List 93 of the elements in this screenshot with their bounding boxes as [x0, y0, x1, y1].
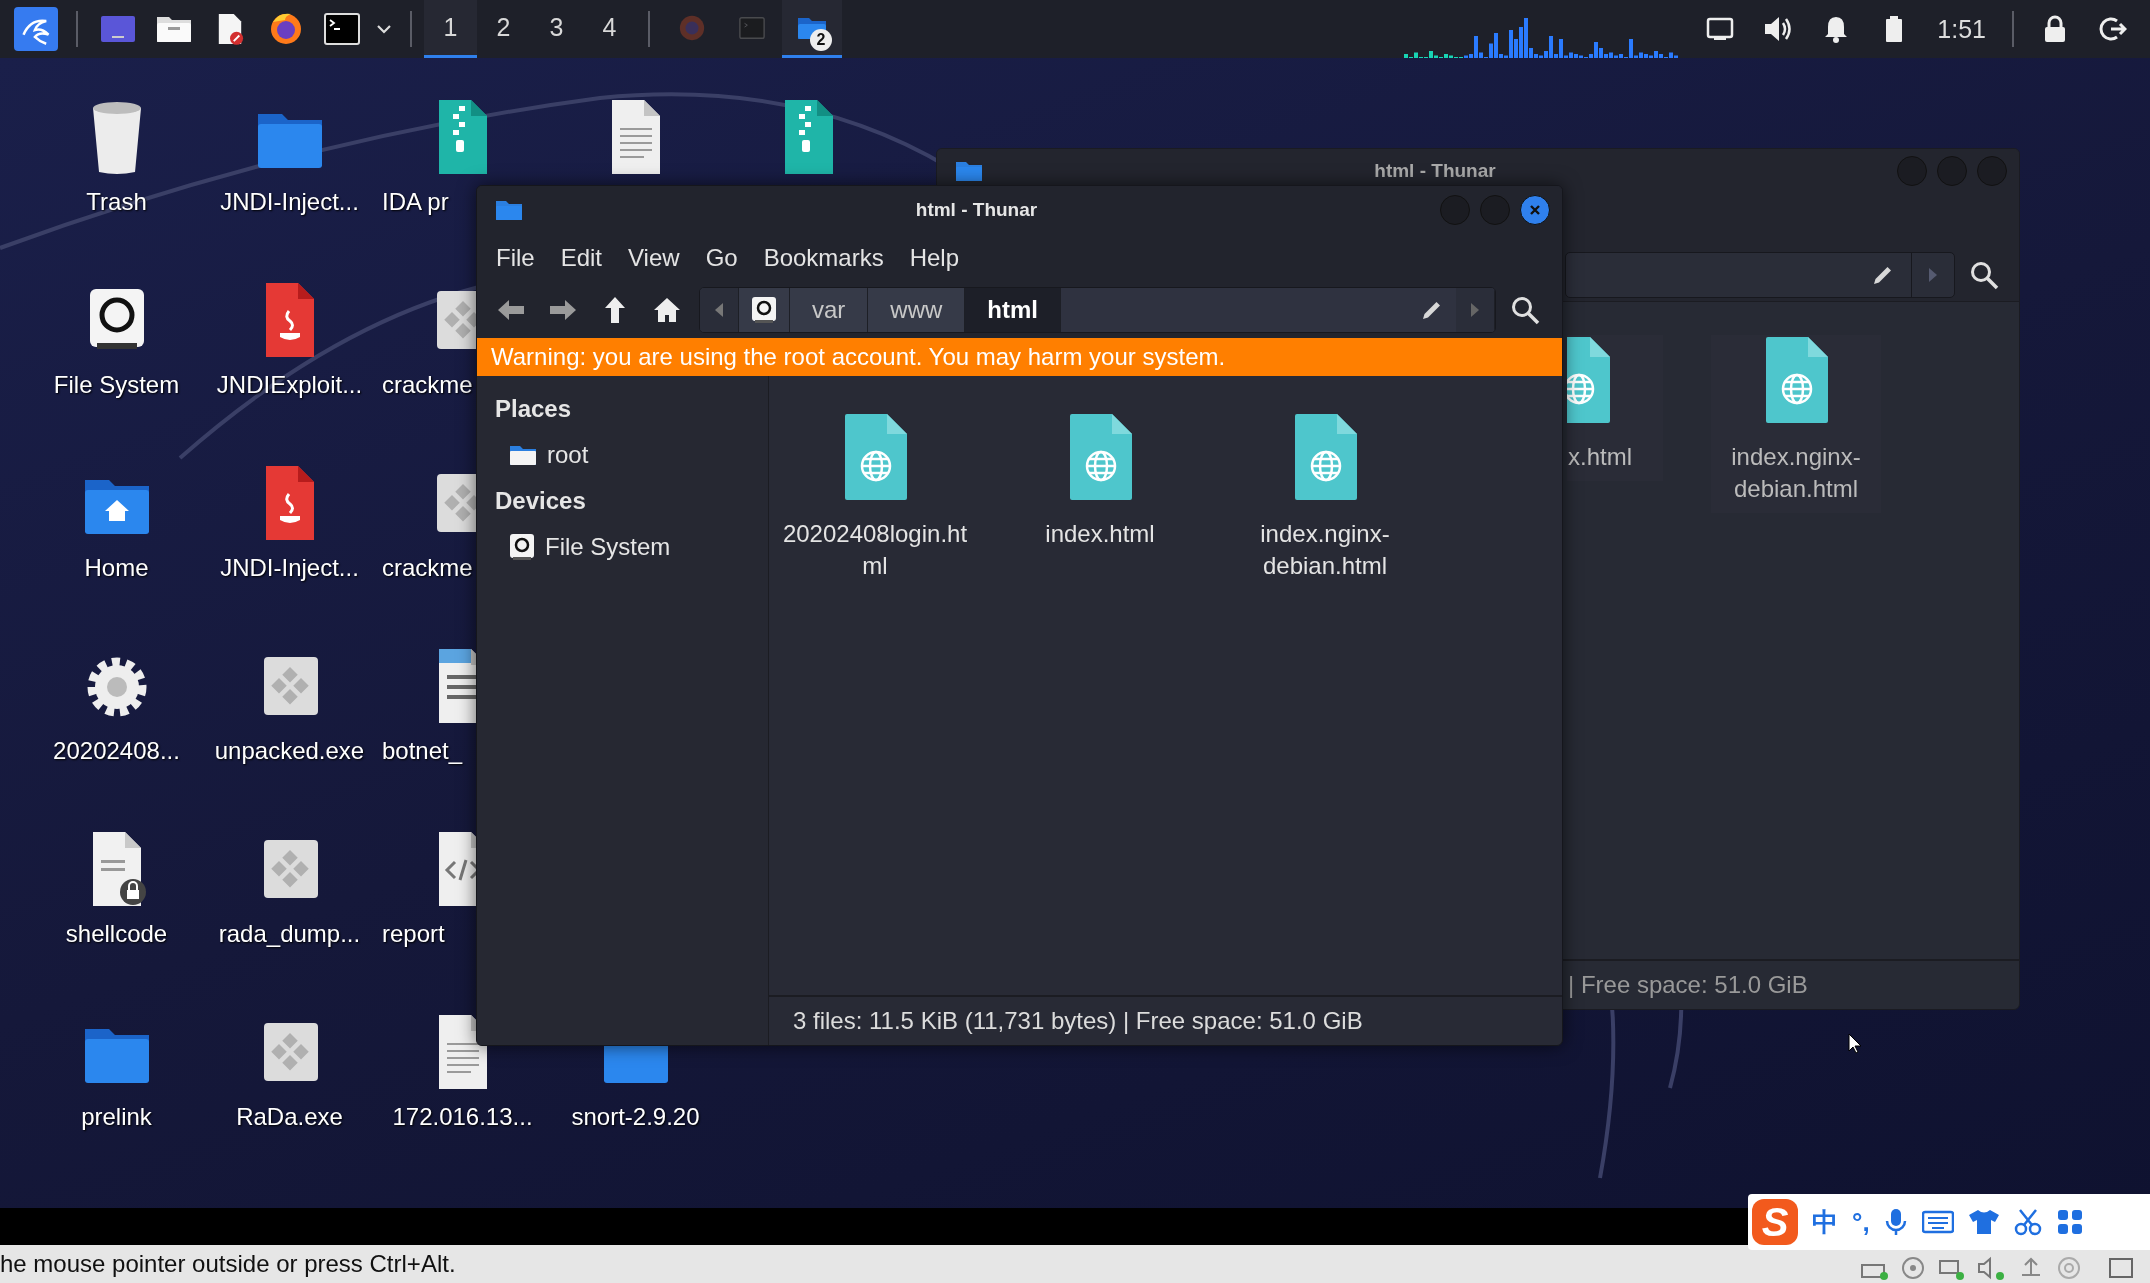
sidebar-heading: Places	[495, 394, 573, 424]
desktop-icon-label[interactable]: report	[382, 920, 445, 948]
optical-disc-icon[interactable]	[1900, 1255, 1926, 1281]
logout-icon[interactable]	[2099, 15, 2127, 43]
menu-item[interactable]: Help	[896, 244, 973, 272]
document-tile[interactable]: 20202408login.ht ml	[775, 412, 975, 582]
input-mode-button[interactable]: 中	[1812, 1204, 1838, 1240]
speaker-icon[interactable]	[1976, 1255, 2006, 1281]
clock[interactable]: 1:51	[1923, 14, 2000, 44]
desktop-icon-label[interactable]: rada_dump...	[218, 920, 361, 948]
close-icon[interactable]	[1529, 204, 1541, 216]
folder-icon	[509, 444, 537, 466]
desktop-icon-label[interactable]: unpacked.exe	[214, 737, 365, 765]
window-icon[interactable]	[2106, 1255, 2136, 1281]
desktop-icon-label[interactable]: crackme	[382, 554, 473, 582]
menu-item[interactable]: Edit	[547, 244, 616, 272]
folder-icon	[82, 1027, 151, 1083]
document-tile[interactable]: index.nginx- debian.html	[1225, 412, 1425, 582]
cursor-icon	[1848, 1033, 1864, 1055]
desktop-icon-label[interactable]: 172.016.13...	[392, 1103, 533, 1131]
home-icon[interactable]	[652, 296, 682, 324]
terminal-icon[interactable]	[324, 13, 360, 45]
workspace-button[interactable]: 2	[477, 0, 530, 58]
desktop-icon-label[interactable]: shellcode	[65, 920, 168, 948]
warning-banner: Warning: you are using the root account. You may harm your system.	[477, 338, 1562, 376]
microphone-icon[interactable]	[1883, 1207, 1908, 1237]
desktop-icon-label[interactable]: prelink	[81, 1103, 152, 1131]
menu-item[interactable]: Go	[692, 244, 751, 272]
path-segment[interactable]: www	[868, 288, 966, 332]
status-bar: 3 files: 11.5 KiB (11,731 bytes) | Free space: 51.0 GiB	[769, 995, 1562, 1045]
status-message: he mouse pointer outside or press Ctrl+Alt.	[0, 1250, 457, 1278]
scissors-icon[interactable]	[2013, 1208, 2042, 1236]
desktop-icon-label[interactable]: Trash	[86, 188, 147, 216]
volume-icon[interactable]	[1763, 15, 1794, 43]
desktop-icon-label[interactable]: RaDa.exe	[236, 1103, 343, 1131]
keyboard-icon[interactable]	[1921, 1210, 1954, 1234]
left-arrow-icon[interactable]	[714, 302, 724, 318]
desktop-icon[interactable]	[100, 14, 136, 44]
window-title: html - Thunar	[914, 199, 1039, 221]
path-segment[interactable]: var	[790, 288, 869, 332]
folder-icon	[255, 112, 324, 168]
right-arrow-icon[interactable]	[1470, 302, 1480, 318]
back-arrow-icon[interactable]	[496, 297, 526, 323]
text-editor-icon[interactable]	[216, 12, 244, 46]
desktop-icon-label[interactable]: JNDI-Inject...	[220, 554, 359, 582]
window-title: html - Thunar	[1373, 160, 1497, 182]
battery-icon[interactable]	[1884, 15, 1905, 43]
caret-icon[interactable]	[377, 24, 391, 34]
task-button[interactable]: 2	[782, 0, 842, 58]
display-icon[interactable]	[1706, 17, 1735, 41]
forward-arrow-icon[interactable]	[548, 297, 578, 323]
menu-item[interactable]: Bookmarks	[750, 244, 897, 272]
bell-icon[interactable]	[1823, 15, 1850, 43]
sidebar-item[interactable]: File System	[495, 524, 677, 570]
desktop-icon-label[interactable]: snort-2.9.20	[571, 1103, 700, 1131]
app-menu-logo[interactable]	[14, 7, 58, 51]
desktop-icon-label[interactable]: 20202408...	[53, 737, 180, 765]
search-icon[interactable]	[1510, 295, 1540, 325]
browser-icon	[678, 13, 706, 42]
desktop-icon-label[interactable]: Home	[84, 554, 149, 582]
workspace-button[interactable]: 4	[583, 0, 636, 58]
close-button[interactable]	[1520, 195, 1550, 225]
drive-icon	[509, 533, 535, 561]
scroll-right-button[interactable]	[1456, 288, 1495, 332]
workspace-button[interactable]: 3	[530, 0, 583, 58]
path-segment[interactable]	[739, 288, 790, 332]
count-badge: 2	[810, 29, 832, 51]
document-tile[interactable]: index.html	[1000, 412, 1200, 550]
shirt-icon[interactable]	[1967, 1208, 2000, 1236]
desktop-icon-label[interactable]: JNDI-Inject...	[220, 188, 359, 216]
desktop-icon-label[interactable]: File System	[53, 371, 180, 399]
desktop-icon-label[interactable]: JNDIExploit...	[216, 371, 363, 399]
desktop-icon-label[interactable]: crackme	[382, 371, 473, 399]
path-segment[interactable]: html	[965, 288, 1061, 332]
folder-icon	[955, 160, 983, 182]
sidebar-item[interactable]: root	[495, 432, 595, 478]
browser-icon[interactable]	[269, 12, 303, 46]
desktop-icon-label[interactable]: IDA pr	[382, 188, 449, 216]
drive-icon	[751, 296, 777, 324]
menu-item[interactable]: File	[483, 244, 548, 272]
input-mode-button[interactable]: °,	[1852, 1206, 1870, 1238]
workspace-button[interactable]: 1	[424, 0, 477, 58]
web-document-icon	[1567, 335, 1612, 425]
sidebar-heading: Devices	[495, 486, 587, 516]
grid-icon[interactable]	[2055, 1208, 2084, 1236]
search-icon[interactable]	[1969, 260, 1999, 290]
menu-item[interactable]: View	[615, 244, 693, 272]
file-manager-icon[interactable]	[156, 14, 192, 44]
lock-icon[interactable]	[2043, 15, 2067, 43]
up-arrow-icon[interactable]	[602, 295, 628, 325]
scroll-left-button[interactable]	[700, 288, 739, 332]
desktop-icon-label[interactable]: botnet_	[382, 737, 463, 765]
folder-icon	[495, 199, 523, 221]
